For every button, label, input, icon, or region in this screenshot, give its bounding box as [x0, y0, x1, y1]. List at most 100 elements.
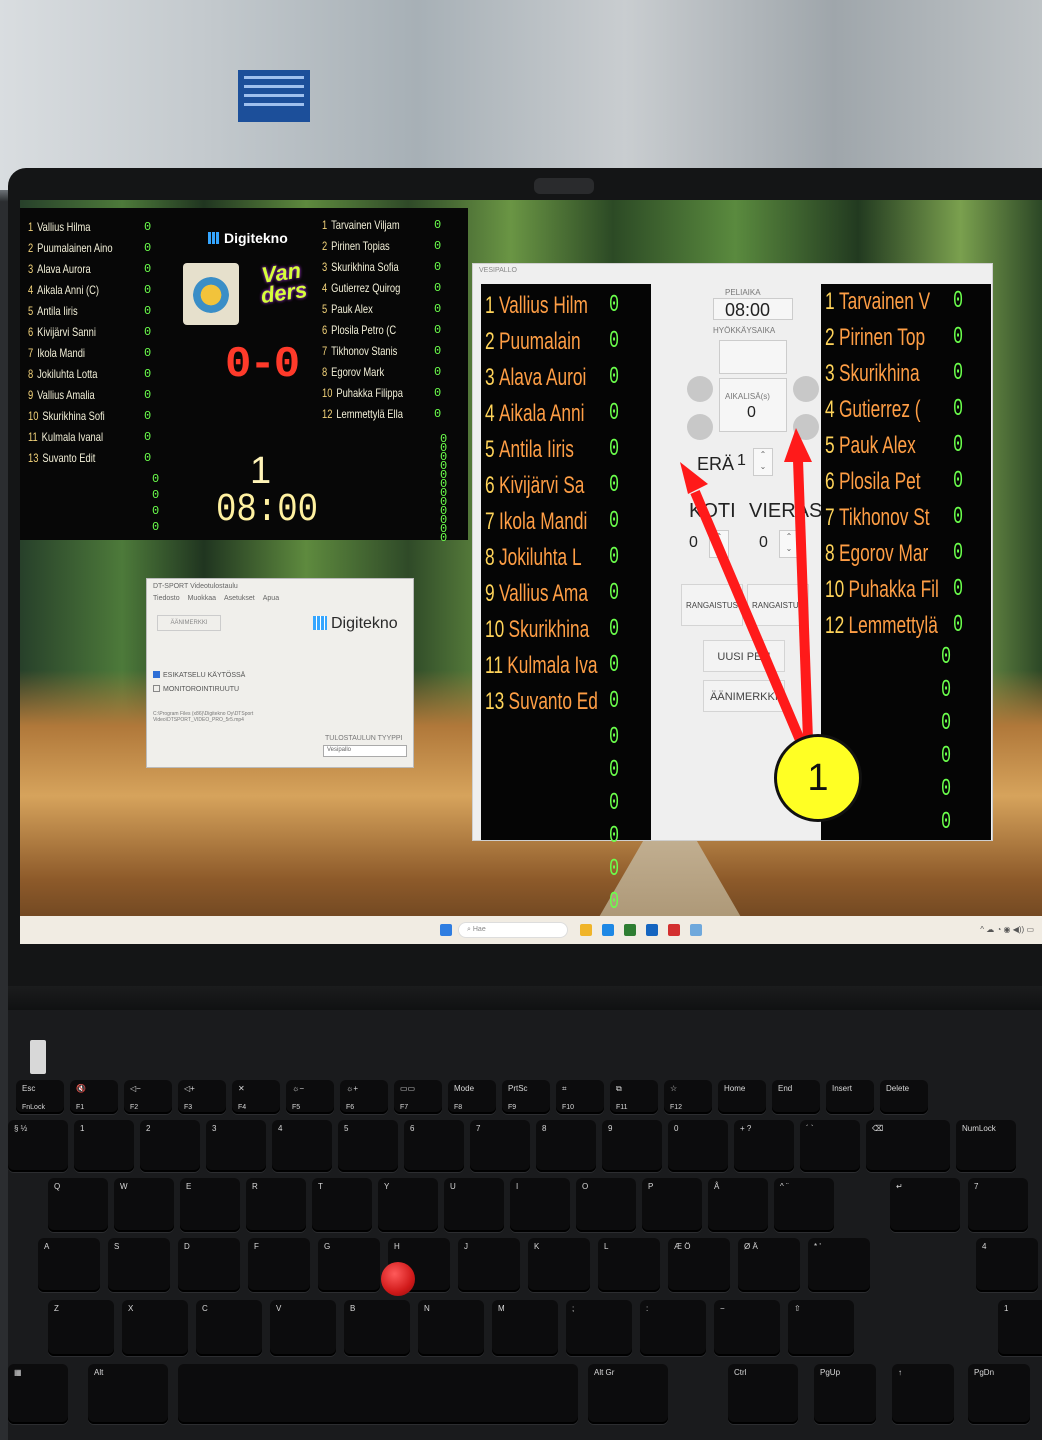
player-score[interactable]: 0 — [953, 396, 963, 423]
control-home-player[interactable]: 13 Suvanto Ed — [485, 688, 598, 716]
fn-key[interactable]: ▭▭ F7 — [394, 1080, 442, 1114]
number-key[interactable]: ⌫ — [866, 1120, 950, 1172]
space-bar[interactable] — [178, 1364, 578, 1424]
number-key[interactable]: 0 — [668, 1120, 728, 1172]
number-key[interactable]: 7 — [470, 1120, 530, 1172]
start-icon[interactable] — [440, 924, 452, 936]
empty-slot-score[interactable]: 0 — [609, 790, 619, 817]
control-away-player[interactable]: 4 Gutierrez ( — [825, 396, 921, 424]
empty-slot-score[interactable]: 0 — [609, 889, 619, 916]
letter-key[interactable]: K — [528, 1238, 590, 1292]
fn-key[interactable]: ☼+ F6 — [340, 1080, 388, 1114]
empty-slot-score[interactable]: 0 — [609, 856, 619, 883]
letter-key[interactable]: O — [576, 1178, 636, 1232]
modifier-key[interactable]: ↑ — [892, 1364, 954, 1424]
control-home-player[interactable]: 2 Puumalain — [485, 328, 581, 356]
number-key[interactable]: 9 — [602, 1120, 662, 1172]
period-spinner[interactable]: ⌃ ⌄ — [753, 448, 773, 476]
control-away-player[interactable]: 10 Puhakka Fil — [825, 576, 939, 604]
fn-key[interactable]: Home — [718, 1080, 766, 1114]
away-possession-indicator[interactable] — [793, 414, 819, 440]
letter-key[interactable]: X — [122, 1300, 188, 1356]
letter-key[interactable]: G — [318, 1238, 380, 1292]
fn-key[interactable]: End — [772, 1080, 820, 1114]
player-score[interactable]: 0 — [953, 576, 963, 603]
number-key[interactable]: 2 — [140, 1120, 200, 1172]
dialog-menu-item[interactable]: Apua — [263, 595, 279, 602]
control-home-player[interactable]: 7 Ikola Mandi — [485, 508, 587, 536]
windows-key[interactable]: ▦ — [8, 1364, 68, 1424]
control-away-player[interactable]: 6 Plosila Pet — [825, 468, 921, 496]
player-score[interactable]: 0 — [609, 508, 619, 535]
control-home-player[interactable]: 9 Vallius Ama — [485, 580, 588, 608]
control-away-player[interactable]: 3 Skurikhina — [825, 360, 920, 388]
home-possession-indicator[interactable] — [687, 414, 713, 440]
fn-key[interactable]: ⌗ F10 — [556, 1080, 604, 1114]
letter-key[interactable]: D — [178, 1238, 240, 1292]
player-score[interactable]: 0 — [609, 292, 619, 319]
player-score[interactable]: 0 — [609, 616, 619, 643]
player-score[interactable]: 0 — [953, 432, 963, 459]
number-key[interactable]: ´ ` — [800, 1120, 860, 1172]
player-score[interactable]: 0 — [953, 468, 963, 495]
player-score[interactable]: 0 — [609, 580, 619, 607]
letter-key[interactable]: A — [38, 1238, 100, 1292]
letter-key[interactable]: P — [642, 1178, 702, 1232]
system-tray[interactable]: ^ ☁ ◔ ◉ ◀)) ▭ — [980, 925, 1034, 934]
control-away-player[interactable]: 12 Lemmettylä — [825, 612, 938, 640]
letter-key[interactable]: ; — [566, 1300, 632, 1356]
fn-key[interactable]: ☼− F5 — [286, 1080, 334, 1114]
preview-checkbox[interactable]: ESIKATSELU KÄYTÖSSÄ — [153, 671, 245, 679]
home-timeout-indicator[interactable] — [687, 376, 713, 402]
home-penalty-button[interactable]: RANGAISTUS — [681, 584, 743, 626]
taskbar-app-icon[interactable] — [646, 924, 658, 936]
empty-slot-score[interactable]: 0 — [609, 724, 619, 751]
settings-dialog[interactable]: DT-SPORT Videotulostaulu Tiedosto Muokkaa… — [146, 578, 414, 768]
number-key[interactable]: + ? — [734, 1120, 794, 1172]
letter-key[interactable]: M — [492, 1300, 558, 1356]
control-away-player[interactable]: 8 Egorov Mar — [825, 540, 928, 568]
player-score[interactable]: 0 — [609, 652, 619, 679]
away-timeout-indicator[interactable] — [793, 376, 819, 402]
letter-key[interactable]: 4 — [976, 1238, 1038, 1292]
fn-key[interactable]: Esc FnLock — [16, 1080, 64, 1114]
taskbar-app-icon[interactable] — [580, 924, 592, 936]
attack-time-box[interactable] — [719, 340, 787, 374]
letter-key[interactable]: ↵ — [890, 1178, 960, 1232]
empty-slot-score[interactable]: 0 — [941, 677, 951, 704]
number-key[interactable]: NumLock — [956, 1120, 1016, 1172]
player-score[interactable]: 0 — [609, 436, 619, 463]
letter-key[interactable]: * ' — [808, 1238, 870, 1292]
empty-slot-score[interactable]: 0 — [941, 743, 951, 770]
letter-key[interactable]: E — [180, 1178, 240, 1232]
away-penalty-button[interactable]: RANGAISTUS — [747, 584, 809, 626]
letter-key[interactable]: B — [344, 1300, 410, 1356]
letter-key[interactable]: V — [270, 1300, 336, 1356]
control-away-player[interactable]: 2 Pirinen Top — [825, 324, 925, 352]
player-score[interactable]: 0 — [953, 612, 963, 639]
letter-key[interactable]: Å — [708, 1178, 768, 1232]
control-home-player[interactable]: 1 Vallius Hilm — [485, 292, 588, 320]
dialog-menu-item[interactable]: Muokkaa — [188, 595, 216, 602]
control-away-player[interactable]: 7 Tikhonov St — [825, 504, 930, 532]
taskbar-app-icon[interactable] — [602, 924, 614, 936]
player-score[interactable]: 0 — [609, 400, 619, 427]
letter-key[interactable]: : — [640, 1300, 706, 1356]
letter-key[interactable]: Q — [48, 1178, 108, 1232]
player-score[interactable]: 0 — [609, 544, 619, 571]
control-home-player[interactable]: 8 Jokiluhta L — [485, 544, 582, 572]
modifier-key[interactable]: PgUp — [814, 1364, 876, 1424]
letter-key[interactable]: Y — [378, 1178, 438, 1232]
letter-key[interactable]: − — [714, 1300, 780, 1356]
empty-slot-score[interactable]: 0 — [941, 644, 951, 671]
control-home-player[interactable]: 6 Kivijärvi Sa — [485, 472, 584, 500]
player-score[interactable]: 0 — [609, 364, 619, 391]
fn-key[interactable]: 🔇 F1 — [70, 1080, 118, 1114]
empty-slot-score[interactable]: 0 — [941, 776, 951, 803]
empty-slot-score[interactable]: 0 — [941, 710, 951, 737]
letter-key[interactable]: 7 — [968, 1178, 1028, 1232]
modifier-key[interactable]: PgDn — [968, 1364, 1030, 1424]
empty-slot-score[interactable]: 0 — [609, 823, 619, 850]
control-away-player[interactable]: 1 Tarvainen V — [825, 288, 930, 316]
fn-key[interactable]: ⧉ F11 — [610, 1080, 658, 1114]
